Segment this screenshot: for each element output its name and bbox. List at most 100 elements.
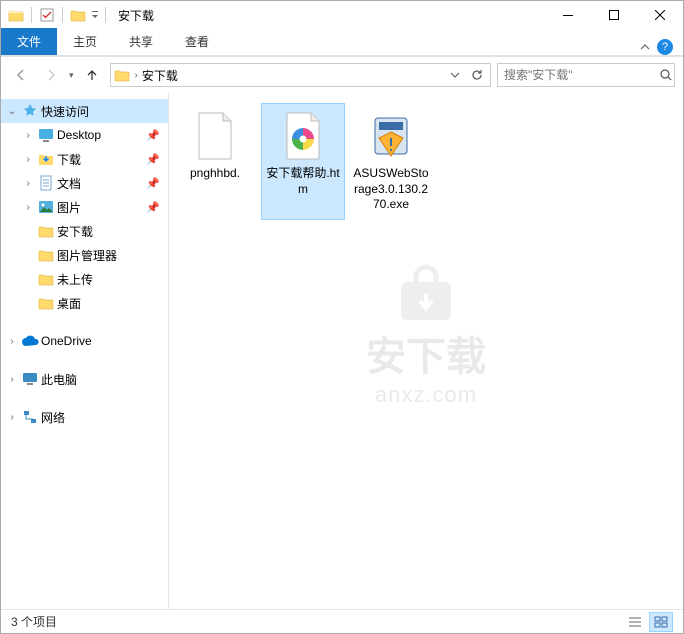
pin-icon: 📌 [146,129,160,142]
pin-icon: 📌 [146,177,160,190]
addressbar[interactable]: › 安下载 [110,63,491,87]
searchbox[interactable] [497,63,675,87]
back-button[interactable] [9,63,33,87]
chevron-right-icon[interactable]: › [21,178,35,189]
chevron-down-icon[interactable]: ⌄ [5,106,19,117]
watermark: 安下载 anxz.com [366,264,486,408]
titlebar: 安下载 [1,1,683,29]
folder-icon [37,222,55,240]
network-icon [21,408,39,426]
close-button[interactable] [637,1,683,29]
help-icon[interactable]: ? [657,39,673,55]
documents-icon [37,174,55,192]
breadcrumb-separator[interactable]: › [131,70,142,81]
history-dropdown-icon[interactable]: ▾ [69,70,74,81]
status-item-count: 3 个项目 [11,613,57,630]
address-dropdown-icon[interactable] [444,64,466,86]
sidebar: ⌄ 快速访问 › Desktop 📌 › 下载 📌 › 文档 📌 [1,93,169,609]
pin-icon: 📌 [146,153,160,166]
file-exe-icon [365,110,417,162]
star-icon [21,102,39,120]
folder-icon [37,294,55,312]
sidebar-item-pictures[interactable]: › 图片 📌 [1,195,168,219]
sidebar-quick-access[interactable]: ⌄ 快速访问 [1,99,168,123]
folder-icon[interactable] [7,6,25,24]
sidebar-item-folder[interactable]: 安下载 [1,219,168,243]
sidebar-item-label: 未上传 [57,271,168,288]
sidebar-item-label: 文档 [57,175,144,192]
tab-home[interactable]: 主页 [57,28,113,55]
quick-access-toolbar [1,6,101,24]
window-controls [545,1,683,29]
tab-file[interactable]: 文件 [1,28,57,55]
sidebar-item-folder[interactable]: 未上传 [1,267,168,291]
sidebar-onedrive[interactable]: › OneDrive [1,329,168,353]
chevron-right-icon[interactable]: › [21,154,35,165]
file-label: 安下载帮助.htm [264,166,342,197]
chevron-right-icon[interactable]: › [5,336,19,347]
onedrive-icon [21,332,39,350]
file-blank-icon [189,110,241,162]
sidebar-item-documents[interactable]: › 文档 📌 [1,171,168,195]
folder-icon [37,246,55,264]
sidebar-item-downloads[interactable]: › 下载 📌 [1,147,168,171]
refresh-button[interactable] [466,64,488,86]
file-list[interactable]: pnghhbd. 安下载帮助.htm [169,93,683,609]
file-item[interactable]: 安下载帮助.htm [261,103,345,220]
file-item[interactable]: ASUSWebStorage3.0.130.270.exe [349,103,433,220]
sidebar-item-label: 安下载 [57,223,168,240]
up-button[interactable] [80,63,104,87]
check-icon[interactable] [38,6,56,24]
pictures-icon [37,198,55,216]
search-input[interactable] [504,68,659,82]
downloads-icon [37,150,55,168]
sidebar-item-folder[interactable]: 图片管理器 [1,243,168,267]
chevron-right-icon[interactable]: › [21,202,35,213]
divider [62,7,63,23]
pc-icon [21,370,39,388]
window-title: 安下载 [118,7,154,24]
file-label: pnghhbd. [190,166,240,182]
desktop-icon [37,126,55,144]
file-label: ASUSWebStorage3.0.130.270.exe [352,166,430,213]
statusbar: 3 个项目 [1,609,683,633]
sidebar-item-folder[interactable]: 桌面 [1,291,168,315]
divider [105,7,106,23]
sidebar-network[interactable]: › 网络 [1,405,168,429]
sidebar-item-label: 快速访问 [41,103,168,120]
navbar: ▾ › 安下载 [1,57,683,93]
chevron-right-icon[interactable]: › [21,130,35,141]
content: ⌄ 快速访问 › Desktop 📌 › 下载 📌 › 文档 📌 [1,93,683,609]
sidebar-item-label: 桌面 [57,295,168,312]
view-details-button[interactable] [623,612,647,632]
qat-dropdown-icon[interactable] [89,6,101,24]
search-icon[interactable] [659,68,673,82]
pin-icon: 📌 [146,201,160,214]
sidebar-item-label: 图片 [57,199,144,216]
tab-view[interactable]: 查看 [169,28,225,55]
sidebar-item-label: 下载 [57,151,144,168]
sidebar-item-desktop[interactable]: › Desktop 📌 [1,123,168,147]
folder-small-icon[interactable] [69,6,87,24]
ribbon-tabs: 文件 主页 共享 查看 ? [1,29,683,55]
minimize-button[interactable] [545,1,591,29]
sidebar-item-label: OneDrive [41,334,168,348]
sidebar-item-label: 图片管理器 [57,247,168,264]
forward-button[interactable] [39,63,63,87]
maximize-button[interactable] [591,1,637,29]
sidebar-item-label: 此电脑 [41,371,168,388]
sidebar-this-pc[interactable]: › 此电脑 [1,367,168,391]
ribbon-collapse-icon[interactable] [639,41,651,53]
chevron-right-icon[interactable]: › [5,374,19,385]
view-icons-button[interactable] [649,612,673,632]
sidebar-item-label: 网络 [41,409,168,426]
folder-icon [37,270,55,288]
folder-icon [113,66,131,84]
tab-share[interactable]: 共享 [113,28,169,55]
divider [31,7,32,23]
sidebar-item-label: Desktop [57,128,144,142]
file-htm-icon [277,110,329,162]
chevron-right-icon[interactable]: › [5,412,19,423]
breadcrumb-item[interactable]: 安下载 [142,67,178,84]
file-item[interactable]: pnghhbd. [173,103,257,220]
